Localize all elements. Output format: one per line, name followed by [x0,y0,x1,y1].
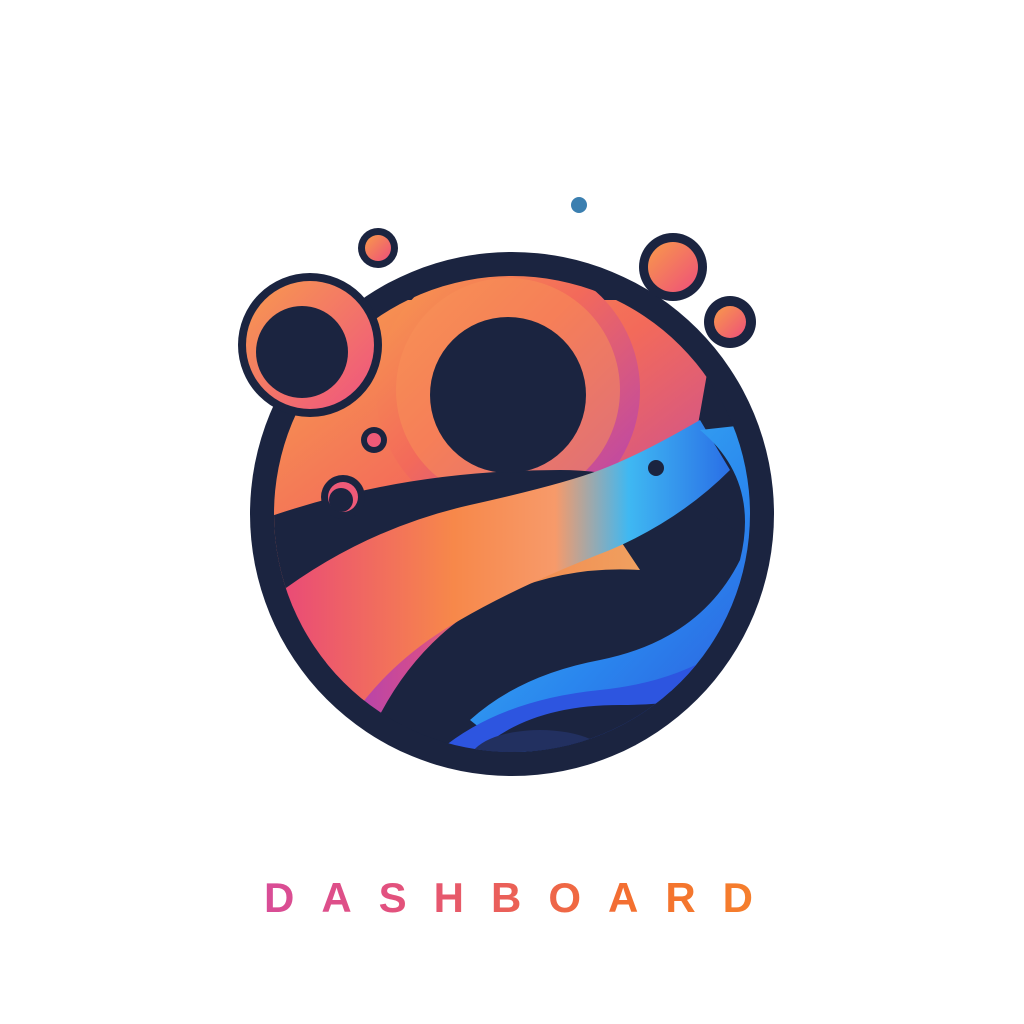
logo-page: DASHBOARD [0,0,1024,1024]
dot-inner [648,460,664,476]
brand-wordmark: DASHBOARD [0,866,1024,930]
dot-top [571,197,587,213]
